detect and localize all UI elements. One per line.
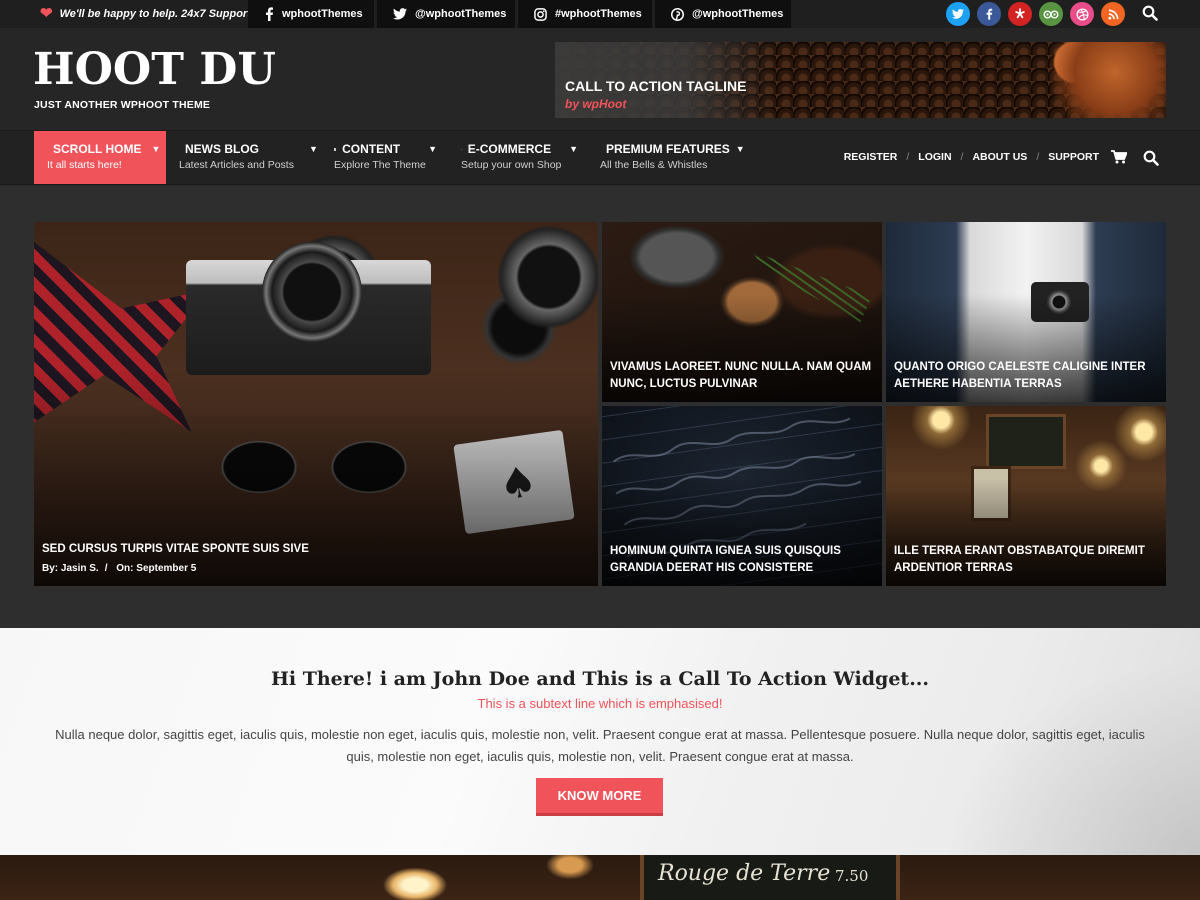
site-logo[interactable]: HOOT DU <box>33 48 276 92</box>
social-icons <box>946 2 1125 26</box>
secondary-link-register[interactable]: REGISTER <box>844 151 898 163</box>
menu-item-subtitle: Setup your own Shop <box>461 159 562 171</box>
parallax-image-section: Rouge de Terre 7.50 <box>0 855 1200 900</box>
know-more-button[interactable]: KNOW MORE <box>536 778 663 816</box>
topbar: ❤ We'll be happy to help. 24x7 Support! … <box>0 0 1200 28</box>
instagram-icon <box>534 7 547 21</box>
menu-item-news-blog[interactable]: NEWS BLOG ▼ Latest Articles and Posts <box>166 131 318 184</box>
heart-icon: ❤ <box>40 5 53 22</box>
post-title[interactable]: ILLE TERRA ERANT OBSTABATQUE DIREMIT ARD… <box>894 543 1158 577</box>
nav-search-icon[interactable] <box>1143 150 1159 171</box>
menu-item-subtitle: Latest Articles and Posts <box>179 159 294 171</box>
menu-separator: / <box>960 151 964 163</box>
banner-title: CALL TO ACTION TAGLINE <box>565 78 747 94</box>
menu-item-subtitle: It all starts here! <box>47 159 122 171</box>
facebook-icon[interactable] <box>977 2 1001 26</box>
chevron-down-icon: ▼ <box>151 144 161 154</box>
featured-posts-grid: ♠ SED CURSUS TURPIS VITAE SPONTE SUIS SI… <box>0 185 1200 628</box>
call-to-action-section: Hi There! i am John Doe and This is a Ca… <box>0 628 1200 855</box>
menu-item-title: PREMIUM FEATURES <box>606 142 730 156</box>
menu-item-title: NEWS BLOG <box>185 142 259 156</box>
secondary-menu: REGISTER / LOGIN / ABOUT US / SUPPORT <box>844 151 1099 163</box>
cta-body: Nulla neque dolor, sagittis eget, iaculi… <box>55 727 1145 764</box>
tripadvisor-icon[interactable] <box>1039 2 1063 26</box>
pinterest-icon <box>671 7 684 21</box>
chalkboard-price: 7.50 <box>835 867 869 885</box>
chalkboard-text: Rouge de Terre <box>658 861 831 886</box>
banner-byline: by wpHoot <box>565 97 627 111</box>
menu-item-premium-features[interactable]: PREMIUM FEATURES ▼ All the Bells & Whistl… <box>587 131 753 184</box>
search-icon[interactable] <box>1142 5 1158 26</box>
featured-post-tile[interactable]: VIVAMUS LAOREET. NUNC NULLA. NAM QUAM NU… <box>602 222 882 402</box>
menu-separator: / <box>1036 151 1040 163</box>
date-label: On: <box>116 563 134 574</box>
featured-post-tile[interactable]: ILLE TERRA ERANT OBSTABATQUE DIREMIT ARD… <box>886 406 1166 586</box>
social-link-facebook[interactable]: wphootThemes <box>248 0 374 28</box>
dribbble-icon[interactable] <box>1070 2 1094 26</box>
camera-lens-image <box>262 242 362 342</box>
post-title[interactable]: SED CURSUS TURPIS VITAE SPONTE SUIS SIVE <box>42 541 590 558</box>
menu-item-title: E-COMMERCE <box>467 142 552 156</box>
menu-item-content[interactable]: CONTENT ▼ Explore The Theme <box>321 131 449 184</box>
post-meta: By: Jasin S. / On: September 5 <box>42 560 590 577</box>
site-header: HOOT DU JUST ANOTHER WPHOOT THEME CALL T… <box>0 28 1200 131</box>
chevron-down-icon: ▼ <box>309 144 318 154</box>
post-title[interactable]: QUANTO ORIGO CAELESTE CALIGINE INTER AET… <box>894 359 1158 393</box>
chevron-down-icon: ▼ <box>735 144 745 154</box>
support-text: We'll be happy to help. 24x7 Support! <box>59 7 255 20</box>
secondary-link-about-us[interactable]: ABOUT US <box>972 151 1027 163</box>
featured-post-caption: SED CURSUS TURPIS VITAE SPONTE SUIS SIVE… <box>42 541 590 577</box>
cta-title: Hi There! i am John Doe and This is a Ca… <box>270 668 930 690</box>
social-link-label: @wphootThemes <box>692 8 784 20</box>
menu-item-subtitle: Explore The Theme <box>334 159 426 171</box>
social-link-label: wphootThemes <box>282 8 363 20</box>
cta-subtitle: This is a subtext line which is emphasis… <box>477 696 723 711</box>
document-icon <box>334 147 337 151</box>
facebook-icon <box>266 7 273 21</box>
menu-item-title: CONTENT <box>342 142 401 156</box>
menu-item-scroll-home[interactable]: SCROLL HOME ▼ It all starts here! <box>34 131 166 184</box>
post-title[interactable]: HOMINUM QUINTA IGNEA SUIS QUISQUIS GRAND… <box>610 543 874 577</box>
social-link-twitter[interactable]: @wphootThemes <box>377 0 515 28</box>
twitter-icon[interactable] <box>946 2 970 26</box>
social-link-label: #wphootThemes <box>555 8 642 20</box>
meta-separator: / <box>104 563 108 574</box>
post-date[interactable]: September 5 <box>136 563 196 574</box>
menu-separator: / <box>906 151 910 163</box>
secondary-link-login[interactable]: LOGIN <box>918 151 951 163</box>
gift-icon <box>461 148 462 150</box>
menu-item-subtitle: All the Bells & Whistles <box>600 159 708 171</box>
secondary-link-support[interactable]: SUPPORT <box>1048 151 1099 163</box>
post-title[interactable]: VIVAMUS LAOREET. NUNC NULLA. NAM QUAM NU… <box>610 359 874 393</box>
featured-post-tile[interactable]: QUANTO ORIGO CAELESTE CALIGINE INTER AET… <box>886 222 1166 402</box>
menu-item-e-commerce[interactable]: E-COMMERCE ▼ Setup your own Shop <box>448 131 590 184</box>
menu-item-title: SCROLL HOME <box>53 142 142 156</box>
social-link-pinterest[interactable]: @wphootThemes <box>655 0 791 28</box>
chevron-down-icon: ▼ <box>569 144 578 154</box>
site-tagline: JUST ANOTHER WPHOOT THEME <box>34 99 211 111</box>
menu-board-image <box>986 414 1066 469</box>
rss-icon[interactable] <box>1101 2 1125 26</box>
chevron-down-icon: ▼ <box>428 144 437 154</box>
author-label: By: <box>42 563 59 574</box>
featured-post-main[interactable]: ♠ SED CURSUS TURPIS VITAE SPONTE SUIS SI… <box>34 222 598 586</box>
header-banner[interactable]: CALL TO ACTION TAGLINE by wpHoot <box>555 42 1166 118</box>
social-link-instagram[interactable]: #wphootThemes <box>518 0 652 28</box>
social-link-label: @wphootThemes <box>415 8 507 20</box>
cart-icon[interactable] <box>1111 150 1128 169</box>
main-navigation: SCROLL HOME ▼ It all starts here! NEWS BL… <box>0 131 1200 185</box>
twitter-icon <box>393 8 407 20</box>
featured-post-tile[interactable]: HOMINUM QUINTA IGNEA SUIS QUISQUIS GRAND… <box>602 406 882 586</box>
support-message: ❤ We'll be happy to help. 24x7 Support! <box>40 6 255 21</box>
yelp-icon[interactable] <box>1008 2 1032 26</box>
post-author[interactable]: Jasin S. <box>61 563 99 574</box>
